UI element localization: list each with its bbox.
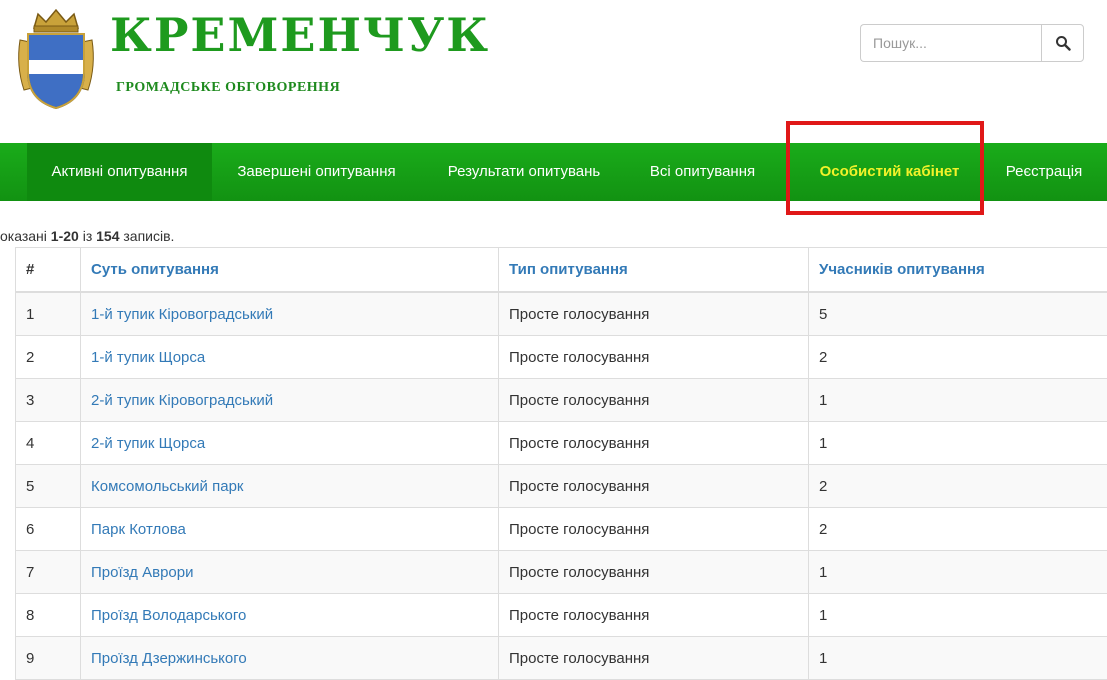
row-number: 3 [16,379,81,422]
summary-prefix: оказані [0,228,47,244]
poll-participants: 1 [809,379,1107,422]
poll-participants: 1 [809,637,1107,680]
site-subtitle: ГРОМАДСЬКЕ ОБГОВОРЕННЯ [116,80,340,96]
summary-suffix: записів. [123,228,174,244]
row-number: 6 [16,508,81,551]
poll-link[interactable]: Проїзд Дзержинського [91,650,247,667]
poll-participants: 2 [809,465,1107,508]
site-header: КРЕМЕНЧУК ГРОМАДСЬКЕ ОБГОВОРЕННЯ [0,0,1107,143]
city-coat-of-arms-icon[interactable] [14,6,98,112]
polls-table-container: # Суть опитування Тип опитування Учасник… [15,247,1107,680]
table-row: 3 2-й тупик Кіровоградський Просте голос… [16,379,1107,422]
nav-finished-polls[interactable]: Завершені опитування [212,143,421,201]
search-form [860,24,1084,60]
row-number: 1 [16,292,81,336]
search-input[interactable] [860,24,1041,62]
table-row: 5 Комсомольський парк Просте голосування… [16,465,1107,508]
poll-participants: 2 [809,336,1107,379]
site-title[interactable]: КРЕМЕНЧУК [110,12,490,58]
poll-link[interactable]: 1-й тупик Кіровоградський [91,306,273,323]
row-number: 4 [16,422,81,465]
row-number: 2 [16,336,81,379]
poll-type: Просте голосування [499,292,809,336]
poll-type: Просте голосування [499,594,809,637]
nav-active-polls[interactable]: Активні опитування [27,143,212,201]
main-navbar: Активні опитування Завершені опитування … [0,143,1107,201]
poll-participants: 2 [809,508,1107,551]
table-row: 1 1-й тупик Кіровоградський Просте голос… [16,292,1107,336]
search-icon [1055,35,1071,51]
records-summary: оказані 1-20 із 154 записів. [0,228,174,244]
poll-link[interactable]: 2-й тупик Кіровоградський [91,392,273,409]
row-number: 9 [16,637,81,680]
search-button[interactable] [1041,24,1084,62]
table-header-row: # Суть опитування Тип опитування Учасник… [16,248,1107,293]
poll-type: Просте голосування [499,637,809,680]
table-row: 6 Парк Котлова Просте голосування 2 [16,508,1107,551]
poll-link[interactable]: Комсомольський парк [91,478,243,495]
polls-table: # Суть опитування Тип опитування Учасник… [15,247,1107,680]
poll-type: Просте голосування [499,422,809,465]
column-header-participants[interactable]: Учасників опитування [809,248,1107,293]
summary-total: 154 [96,228,119,244]
poll-type: Просте голосування [499,551,809,594]
nav-all-polls[interactable]: Всі опитування [627,143,778,201]
table-row: 9 Проїзд Дзержинського Просте голосуванн… [16,637,1107,680]
column-header-title[interactable]: Суть опитування [81,248,499,293]
poll-link[interactable]: Парк Котлова [91,521,186,538]
poll-link[interactable]: Проїзд Аврори [91,564,193,581]
table-row: 2 1-й тупик Щорса Просте голосування 2 [16,336,1107,379]
nav-registration[interactable]: Реєстрація [986,143,1102,201]
summary-middle: із [83,228,93,244]
poll-type: Просте голосування [499,379,809,422]
row-number: 7 [16,551,81,594]
table-row: 4 2-й тупик Щорса Просте голосування 1 [16,422,1107,465]
poll-participants: 5 [809,292,1107,336]
poll-participants: 1 [809,594,1107,637]
poll-link[interactable]: Проїзд Володарського [91,607,246,624]
table-row: 8 Проїзд Володарського Просте голосуванн… [16,594,1107,637]
poll-link[interactable]: 1-й тупик Щорса [91,349,205,366]
row-number: 5 [16,465,81,508]
poll-link[interactable]: 2-й тупик Щорса [91,435,205,452]
poll-participants: 1 [809,422,1107,465]
poll-participants: 1 [809,551,1107,594]
nav-poll-results[interactable]: Результати опитувань [421,143,627,201]
nav-personal-cabinet[interactable]: Особистий кабінет [795,143,984,201]
column-header-type[interactable]: Тип опитування [499,248,809,293]
summary-range: 1-20 [51,228,79,244]
poll-type: Просте голосування [499,465,809,508]
column-header-number: # [16,248,81,293]
poll-type: Просте голосування [499,336,809,379]
row-number: 8 [16,594,81,637]
poll-type: Просте голосування [499,508,809,551]
table-row: 7 Проїзд Аврори Просте голосування 1 [16,551,1107,594]
